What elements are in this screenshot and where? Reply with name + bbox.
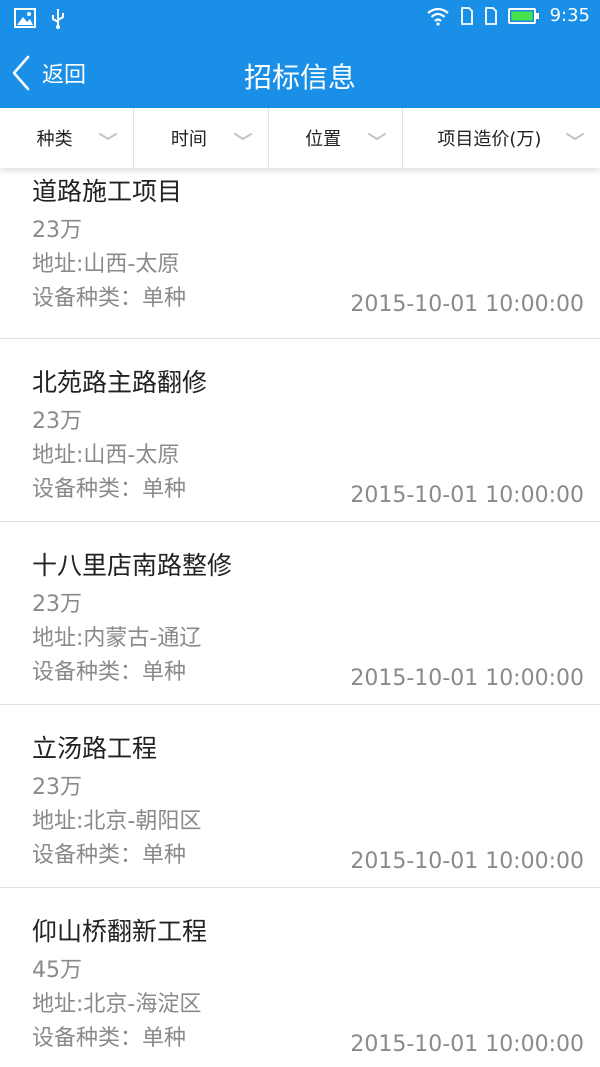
app-bar: 返回 招标信息 — [0, 36, 600, 108]
status-bar: 9:35 — [0, 0, 600, 36]
page-title: 招标信息 — [243, 61, 356, 94]
project-time: 2015-10-01 10:00:00 — [350, 666, 584, 691]
project-address: 地址:北京-海淀区 — [32, 992, 202, 1017]
project-equipment: 设备种类：单种 — [32, 1026, 187, 1051]
project-title: 十八里店南路整修 — [32, 551, 233, 580]
battery-icon — [507, 7, 540, 25]
project-equipment: 设备种类：单种 — [32, 286, 187, 311]
project-title: 道路施工项目 — [32, 177, 183, 206]
filter-category[interactable]: 种类 — [0, 108, 135, 168]
project-title: 仰山桥翻新工程 — [32, 917, 208, 946]
filter-location[interactable]: 位置 — [269, 108, 403, 168]
project-time: 2015-10-01 10:00:00 — [350, 1032, 584, 1057]
filter-time-label: 时间 — [170, 129, 207, 150]
sim2-icon — [484, 6, 498, 26]
project-price: 23万 — [32, 218, 82, 243]
filter-cost[interactable]: 项目造价(万) — [403, 108, 600, 168]
filter-bar: 种类 时间 位置 项目造价(万) — [0, 108, 600, 168]
project-equipment: 设备种类：单种 — [32, 660, 187, 685]
chevron-down-icon — [99, 132, 118, 142]
project-price: 23万 — [32, 775, 82, 800]
project-equipment: 设备种类：单种 — [32, 843, 187, 868]
usb-icon — [50, 7, 66, 29]
wifi-icon — [426, 6, 450, 26]
list-item[interactable]: 北苑路主路翻修 23万 地址:山西-太原 设备种类：单种 2015-10-01 … — [0, 339, 600, 522]
project-time: 2015-10-01 10:00:00 — [350, 849, 584, 874]
project-equipment: 设备种类：单种 — [32, 477, 187, 502]
status-left — [14, 7, 66, 29]
list-item[interactable]: 十八里店南路整修 23万 地址:内蒙古-通辽 设备种类：单种 2015-10-0… — [0, 522, 600, 705]
chevron-down-icon — [367, 132, 386, 142]
project-price: 23万 — [32, 409, 82, 434]
filter-location-label: 位置 — [305, 129, 342, 150]
project-title: 立汤路工程 — [32, 734, 158, 763]
project-address: 地址:北京-朝阳区 — [32, 809, 202, 834]
list-item[interactable]: 道路施工项目 23万 地址:山西-太原 设备种类：单种 2015-10-01 1… — [0, 168, 600, 339]
list-item[interactable]: 仰山桥翻新工程 45万 地址:北京-海淀区 设备种类：单种 2015-10-01… — [0, 888, 600, 1067]
chevron-down-icon — [566, 132, 585, 142]
sim1-icon — [460, 6, 474, 26]
project-address: 地址:山西-太原 — [32, 443, 180, 468]
project-time: 2015-10-01 10:00:00 — [350, 483, 584, 508]
chevron-down-icon — [233, 132, 252, 142]
image-icon — [14, 8, 36, 28]
filter-cost-label: 项目造价(万) — [437, 129, 542, 150]
filter-category-label: 种类 — [36, 129, 73, 150]
project-time: 2015-10-01 10:00:00 — [350, 292, 584, 317]
project-address: 地址:山西-太原 — [32, 252, 180, 277]
project-title: 北苑路主路翻修 — [32, 368, 208, 397]
status-right: 9:35 — [426, 5, 590, 26]
list-item[interactable]: 立汤路工程 23万 地址:北京-朝阳区 设备种类：单种 2015-10-01 1… — [0, 705, 600, 888]
project-list[interactable]: 道路施工项目 23万 地址:山西-太原 设备种类：单种 2015-10-01 1… — [0, 168, 600, 1067]
filter-time[interactable]: 时间 — [134, 108, 269, 168]
status-time: 9:35 — [549, 5, 590, 26]
project-price: 23万 — [32, 592, 82, 617]
project-address: 地址:内蒙古-通辽 — [32, 626, 202, 651]
project-price: 45万 — [32, 958, 82, 983]
